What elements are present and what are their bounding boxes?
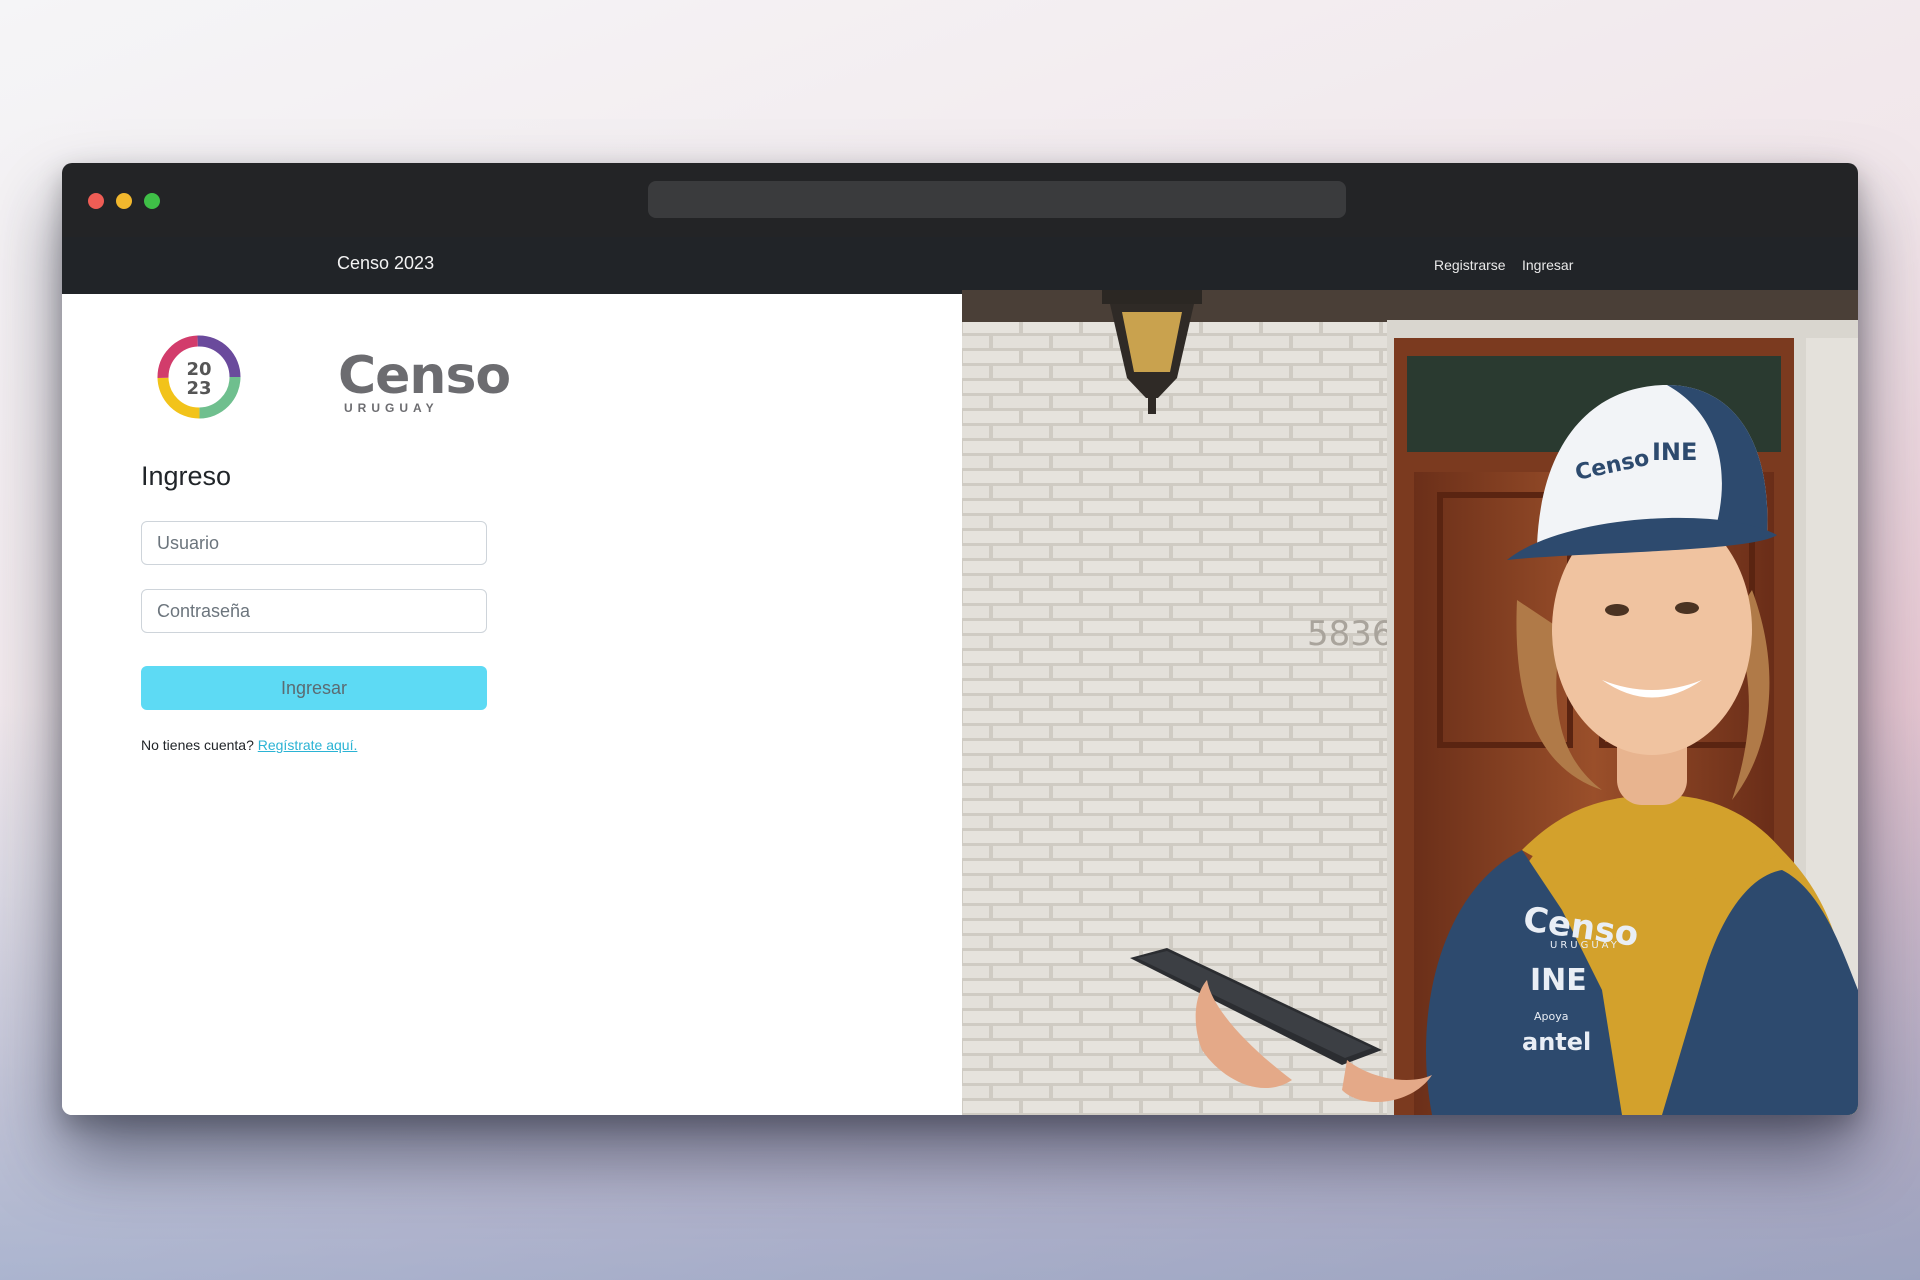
address-bar[interactable] (648, 181, 1346, 218)
maximize-window-icon[interactable] (144, 193, 160, 209)
hero-illustration: 5836 Censo INE Censo URUGUAY INE Apoya a… (962, 290, 1858, 1115)
vest-sponsor-text: antel (1522, 1028, 1591, 1056)
logo-subtitle: URUGUAY (344, 401, 439, 415)
username-input[interactable] (141, 521, 487, 565)
close-window-icon[interactable] (88, 193, 104, 209)
nav-link-login[interactable]: Ingresar (1522, 257, 1573, 273)
vest-subtitle-text: URUGUAY (1550, 940, 1620, 951)
cap-org-text: INE (1652, 438, 1697, 466)
login-heading: Ingreso (141, 461, 232, 491)
password-input[interactable] (141, 589, 487, 633)
censo-logo-mark: 20 23 (157, 335, 241, 419)
vest-support-text: Apoya (1534, 1010, 1569, 1023)
browser-window: Censo 2023 Registrarse Ingresar 20 23 Ce… (62, 163, 1858, 1115)
roof-shadow (962, 290, 1858, 322)
hero-photo: 5836 Censo INE Censo URUGUAY INE Apoya a… (962, 290, 1858, 1115)
logo-year-top: 20 (186, 359, 211, 380)
logo-year-bottom: 23 (186, 378, 211, 399)
login-panel: 20 23 Censo URUGUAY Ingreso Ingresar No … (62, 294, 962, 1115)
navbar-brand[interactable]: Censo 2023 (337, 253, 434, 274)
house-number: 5836 (1307, 614, 1394, 654)
logo-wordmark: Censo (338, 346, 511, 406)
browser-titlebar (62, 163, 1858, 238)
nav-link-register[interactable]: Registrarse (1434, 257, 1506, 273)
minimize-window-icon[interactable] (116, 193, 132, 209)
register-link[interactable]: Regístrate aquí. (258, 737, 358, 753)
login-submit-button[interactable]: Ingresar (141, 666, 487, 710)
site-navbar: Censo 2023 Registrarse Ingresar (62, 237, 1858, 294)
censo-logo: 20 23 Censo URUGUAY (154, 332, 511, 422)
vest-org-text: INE (1530, 963, 1587, 998)
no-account-text: No tienes cuenta? (141, 737, 254, 753)
signup-prompt: No tienes cuenta? Regístrate aquí. (141, 737, 357, 753)
